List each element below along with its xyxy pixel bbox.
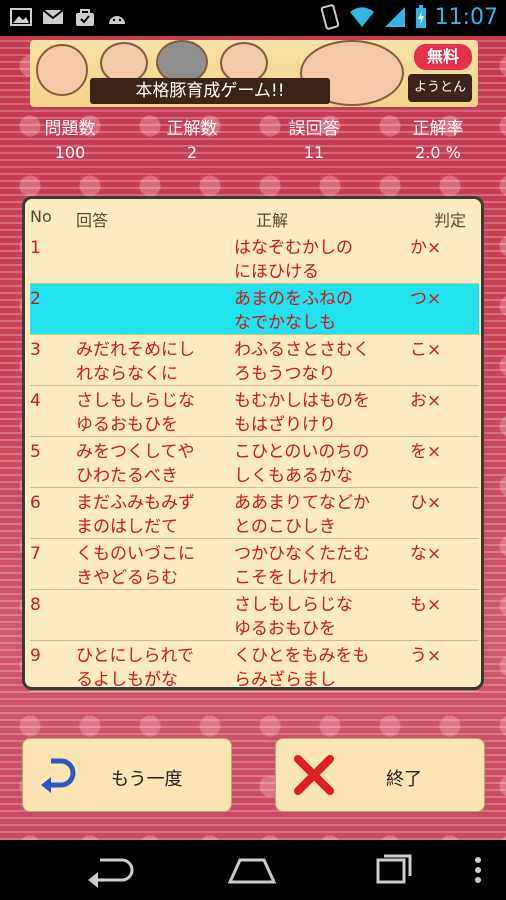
table-row[interactable]: 5 みをつくしてや ひわたるべき こひとのいのちの しくもあるかな を× <box>30 437 479 488</box>
row-answer: みをつくしてや ひわたるべき <box>76 442 195 486</box>
table-row[interactable]: 9 ひとにしられで るよしもがな くひとをもみをも らみざらまし う× <box>30 641 479 692</box>
system-icons: 11:07 <box>319 4 498 30</box>
row-no: 7 <box>30 544 41 564</box>
vibrate-icon <box>320 4 339 30</box>
table-row[interactable]: 8 さしもしらじな ゆるおもひを も× <box>30 590 479 641</box>
row-correct: こひとのいのちの しくもあるかな <box>234 442 370 486</box>
table-row[interactable]: 4 さしもしらじな ゆるおもひを もむかしはものを もはざりけり お× <box>30 386 479 437</box>
table-header: No 回答 正解 判定 <box>30 207 478 230</box>
app-screen: 本格豚育成ゲーム!! 無料 ようとん場 問題数 100 正解数 2 誤回答 11… <box>0 36 506 840</box>
header-correct: 正解 <box>256 211 289 230</box>
table-row[interactable]: 6 まだふみもみず まのはしだて ああまりてなどか とのこひしき ひ× <box>30 488 479 539</box>
back-icon[interactable] <box>82 852 142 888</box>
row-judge: つ× <box>410 289 442 309</box>
retry-label: もう一度 <box>111 769 183 790</box>
banner-logo: ようとん場 <box>408 74 472 102</box>
row-judge: も× <box>410 595 442 615</box>
navigation-bar <box>0 840 506 900</box>
row-judge: を× <box>410 442 442 462</box>
table-rows: 1 はなぞむかしの にほひける か× 2 あまのをふねの なでかなしも つ× 3… <box>30 233 479 692</box>
end-label: 終了 <box>386 769 422 790</box>
notification-icons <box>10 7 128 27</box>
row-correct: はなぞむかしの にほひける <box>234 238 353 282</box>
row-judge: か× <box>410 238 442 258</box>
row-no: 2 <box>30 289 41 309</box>
row-correct: くひとをもみをも らみざらまし <box>234 646 370 690</box>
row-no: 4 <box>30 391 41 411</box>
stat-value: 11 <box>303 143 325 162</box>
gallery-icon <box>10 8 32 26</box>
row-correct: ああまりてなどか とのこひしき <box>234 493 370 537</box>
stat-rate: 正解率 2.0 % <box>378 114 498 162</box>
free-badge: 無料 <box>414 44 472 70</box>
row-no: 8 <box>30 595 41 615</box>
header-answer: 回答 <box>76 211 109 230</box>
pig-illustration <box>36 44 88 96</box>
row-correct: さしもしらじな ゆるおもひを <box>234 595 353 639</box>
row-no: 1 <box>30 238 41 258</box>
clock: 11:07 <box>434 4 498 30</box>
banner-title: 本格豚育成ゲーム!! <box>90 78 330 104</box>
stat-value: 2.0 % <box>415 143 461 162</box>
signal-icon <box>384 7 405 27</box>
row-judge: お× <box>410 391 442 411</box>
home-icon[interactable] <box>222 852 282 888</box>
android-icon <box>109 16 125 24</box>
row-correct: あまのをふねの なでかなしも <box>234 289 353 333</box>
row-correct: わふるさとさむく ろもうつなり <box>234 340 370 384</box>
stat-correct: 正解数 2 <box>132 114 252 162</box>
row-no: 3 <box>30 340 41 360</box>
ad-banner[interactable]: 本格豚育成ゲーム!! 無料 ようとん場 <box>30 40 478 107</box>
status-bar: 11:07 <box>0 0 506 36</box>
stat-questions: 問題数 100 <box>10 114 130 162</box>
row-no: 9 <box>30 646 41 666</box>
table-row[interactable]: 3 みだれそめにし れならなくに わふるさとさむく ろもうつなり こ× <box>30 335 479 386</box>
recent-apps-icon[interactable] <box>364 852 424 888</box>
stat-wrong: 誤回答 11 <box>254 114 374 162</box>
table-row[interactable]: 7 くものいづこに きやどるらむ つかひなくたたむ こそをしけれ な× <box>30 539 479 590</box>
stat-label: 誤回答 <box>288 119 340 139</box>
stat-value: 100 <box>54 143 86 162</box>
battery-icon <box>415 5 426 28</box>
row-answer: ひとにしられで るよしもがな <box>76 646 194 690</box>
row-correct: つかひなくたたむ こそをしけれ <box>234 544 370 588</box>
gmail-icon <box>42 9 64 24</box>
shopping-bag-icon <box>76 9 94 26</box>
row-no: 6 <box>30 493 41 513</box>
redo-arrow-icon <box>41 758 76 793</box>
stat-value: 2 <box>186 143 198 162</box>
row-judge: な× <box>410 544 442 564</box>
header-no: No <box>30 207 52 226</box>
overflow-menu-icon[interactable] <box>468 852 488 888</box>
row-judge: こ× <box>410 340 442 360</box>
stats-row: 問題数 100 正解数 2 誤回答 11 正解率 2.0 % <box>0 114 506 166</box>
row-no: 5 <box>30 442 41 462</box>
row-judge: う× <box>410 646 442 666</box>
end-button[interactable]: 終了 <box>275 738 485 812</box>
table-row[interactable]: 1 はなぞむかしの にほひける か× <box>30 233 479 284</box>
row-judge: ひ× <box>410 493 442 513</box>
wifi-icon <box>349 7 374 27</box>
stat-label: 正解率 <box>412 119 464 139</box>
table-row-selected[interactable]: 2 あまのをふねの なでかなしも つ× <box>30 284 479 335</box>
results-table[interactable]: No 回答 正解 判定 1 はなぞむかしの にほひける か× 2 あまのをふねの… <box>22 196 484 692</box>
stat-label: 問題数 <box>44 119 96 139</box>
row-answer: まだふみもみず まのはしだて <box>76 493 195 537</box>
row-correct: もむかしはものを もはざりけり <box>234 391 370 435</box>
row-answer: くものいづこに きやどるらむ <box>76 544 195 588</box>
row-answer: さしもしらじな ゆるおもひを <box>76 391 195 435</box>
row-answer: みだれそめにし れならなくに <box>76 340 195 384</box>
close-icon <box>294 755 334 795</box>
retry-button[interactable]: もう一度 <box>22 738 232 812</box>
stat-label: 正解数 <box>166 119 218 139</box>
header-judge: 判定 <box>434 211 467 230</box>
